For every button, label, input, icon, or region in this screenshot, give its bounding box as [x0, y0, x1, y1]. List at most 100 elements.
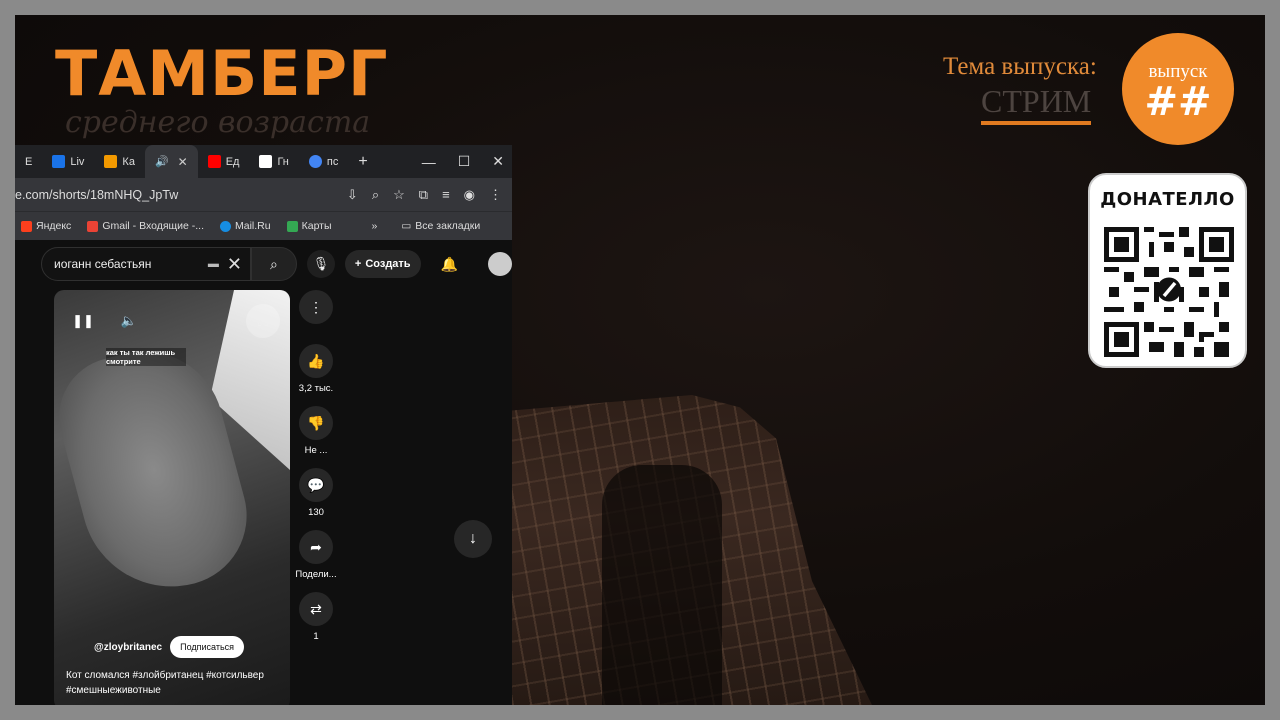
- speaker-icon: 🔊: [154, 156, 169, 168]
- install-icon[interactable]: ⇩: [347, 187, 358, 203]
- remix-icon[interactable]: ⇄: [299, 592, 333, 626]
- tab-3-active[interactable]: 🔊 ✕: [144, 145, 198, 178]
- bookmark-mailru[interactable]: Mail.Ru: [220, 220, 271, 232]
- bookmark-label: Яндекс: [36, 220, 72, 232]
- share-icon[interactable]: ➦: [299, 530, 333, 564]
- yandex-icon: [21, 220, 32, 232]
- brand-title: ТАМБЕРГ: [55, 37, 389, 110]
- bookmark-label: Mail.Ru: [235, 220, 271, 232]
- bookmark-gmail[interactable]: Gmail - Входящие -...: [87, 220, 204, 232]
- short-actions: ⋮ 👍 3,2 тыс. 👎 Не ... 💬 130 ➦ Подели...: [291, 290, 341, 654]
- comment-count: 130: [308, 507, 324, 518]
- new-tab-button[interactable]: +: [348, 145, 377, 178]
- star-icon[interactable]: ☆: [393, 187, 405, 203]
- volume-icon[interactable]: 🔈: [118, 310, 140, 332]
- google-icon: [308, 155, 322, 168]
- video-description: Кот сломался #злойбританец #котсильвер #…: [66, 670, 264, 696]
- url-field[interactable]: e.com/shorts/18mNHQ_JpTw: [15, 188, 333, 202]
- window-controls: — ☐ ✕: [422, 145, 504, 178]
- share-action: ➦ Подели...: [291, 530, 341, 580]
- avatar[interactable]: [488, 252, 512, 276]
- create-button[interactable]: + Создать: [344, 250, 421, 278]
- youtube-page: иоганн себастьян ▬ ✕ ⌕ 🎙 + Создать 🔔 ❚❚ …: [15, 240, 512, 705]
- channel-name[interactable]: @zloybritanec: [94, 642, 162, 653]
- youtube-header: иоганн себастьян ▬ ✕ ⌕ 🎙 + Создать 🔔: [15, 240, 512, 288]
- browser-window: E Liv Ка 🔊 ✕ Ед Гн пс + — ☐ ✕ e.com/shor…: [15, 145, 512, 705]
- bookmark-maps[interactable]: Карты: [286, 220, 332, 232]
- address-bar: e.com/shorts/18mNHQ_JpTw ⇩ ⌕ ☆ ⧉ ≡ ◉ ⋮: [15, 178, 512, 211]
- like-action: 👍 3,2 тыс.: [291, 344, 341, 394]
- qr-code-icon: [1104, 227, 1234, 357]
- next-short-button[interactable]: ↓: [454, 520, 492, 558]
- more-options-icon[interactable]: ⋮: [299, 290, 333, 324]
- short-video-player[interactable]: ❚❚ 🔈 ⛶ как ты так лежишь смотрите @zloyb…: [54, 290, 290, 705]
- extensions-icon[interactable]: ⧉: [419, 187, 428, 203]
- mailru-icon: [220, 220, 232, 232]
- tab-0[interactable]: E: [15, 145, 42, 178]
- like-count: 3,2 тыс.: [298, 383, 334, 394]
- zoom-icon[interactable]: ⌕: [372, 187, 379, 203]
- remix-count: 1: [313, 631, 319, 642]
- donate-card: ДОНАТЕЛЛО: [1088, 173, 1247, 368]
- maximize-icon[interactable]: ☐: [458, 153, 471, 170]
- maps-icon: [286, 220, 298, 232]
- wikipedia-icon: [259, 155, 273, 168]
- issue-badge-number: ##: [1144, 79, 1212, 125]
- tab-2[interactable]: Ка: [94, 145, 145, 178]
- thumbs-up-icon[interactable]: 👍: [299, 344, 333, 378]
- tab-4[interactable]: Ед: [198, 145, 250, 178]
- stream-overlay: ТАМБЕРГ среднего возраста Тема выпуска: …: [15, 15, 1265, 705]
- tab-label: E: [25, 155, 33, 168]
- fullscreen-icon[interactable]: ⛶: [246, 304, 280, 338]
- comment-icon[interactable]: 💬: [299, 468, 333, 502]
- close-tab-icon[interactable]: ✕: [178, 155, 188, 169]
- minimize-icon[interactable]: —: [422, 154, 436, 170]
- issue-label: Тема выпуска:: [943, 53, 1097, 80]
- close-window-icon[interactable]: ✕: [492, 153, 504, 170]
- comments-action: 💬 130: [291, 468, 341, 518]
- menu-icon[interactable]: ⋮: [489, 187, 502, 203]
- media-icon[interactable]: ≡: [442, 187, 450, 202]
- search-input[interactable]: иоганн себастьян ▬ ✕: [41, 247, 251, 281]
- more-action: ⋮: [291, 290, 341, 324]
- tab-1[interactable]: Liv: [42, 145, 94, 178]
- tab-5[interactable]: Гн: [249, 145, 298, 178]
- profile-icon[interactable]: ◉: [464, 187, 475, 203]
- clear-search-icon[interactable]: ✕: [227, 254, 242, 275]
- arrow-down-icon: ↓: [469, 530, 477, 547]
- youtube-icon: [207, 155, 221, 168]
- remix-action: ⇄ 1: [291, 592, 341, 642]
- bookmarks-more-button[interactable]: »: [372, 220, 378, 232]
- channel-info: @zloybritanec Подписаться: [94, 636, 245, 658]
- issue-topic: СТРИМ: [981, 84, 1092, 125]
- search-button[interactable]: ⌕: [250, 247, 297, 281]
- all-bookmarks[interactable]: ▭ Все закладки: [401, 220, 480, 232]
- plus-icon: +: [354, 258, 362, 270]
- thumbs-down-icon[interactable]: 👎: [299, 406, 333, 440]
- all-bookmarks-label: Все закладки: [415, 220, 481, 232]
- tab-label: Ка: [122, 155, 135, 168]
- bookmark-label: Gmail - Входящие -...: [102, 220, 205, 232]
- bookmark-yandex[interactable]: Яндекс: [21, 220, 71, 232]
- dislike-action: 👎 Не ...: [291, 406, 341, 456]
- keyboard-icon[interactable]: ▬: [208, 258, 219, 270]
- bookmark-label: Карты: [301, 220, 332, 232]
- tab-strip: E Liv Ка 🔊 ✕ Ед Гн пс + — ☐ ✕: [15, 145, 512, 178]
- tab-label: Гн: [277, 155, 289, 168]
- mic-icon[interactable]: 🎙: [306, 250, 335, 278]
- pause-icon[interactable]: ❚❚: [72, 310, 94, 332]
- folder-icon: ▭: [401, 220, 412, 232]
- video-caption: как ты так лежишь смотрите: [106, 348, 186, 366]
- gmail-icon: [87, 220, 99, 232]
- tab-label: пс: [326, 155, 339, 168]
- tab-label: Ед: [225, 155, 240, 168]
- tab-label: Liv: [70, 155, 85, 168]
- share-label: Подели...: [295, 569, 337, 580]
- tab-6[interactable]: пс: [299, 145, 348, 178]
- dislike-label: Не ...: [304, 445, 328, 456]
- subscribe-button[interactable]: Подписаться: [170, 636, 245, 658]
- search-value: иоганн себастьян: [54, 257, 152, 271]
- bell-icon[interactable]: 🔔: [441, 256, 458, 273]
- search-icon: ⌕: [269, 255, 278, 272]
- bookmarks-bar: Яндекс Gmail - Входящие -... Mail.Ru Кар…: [15, 211, 512, 240]
